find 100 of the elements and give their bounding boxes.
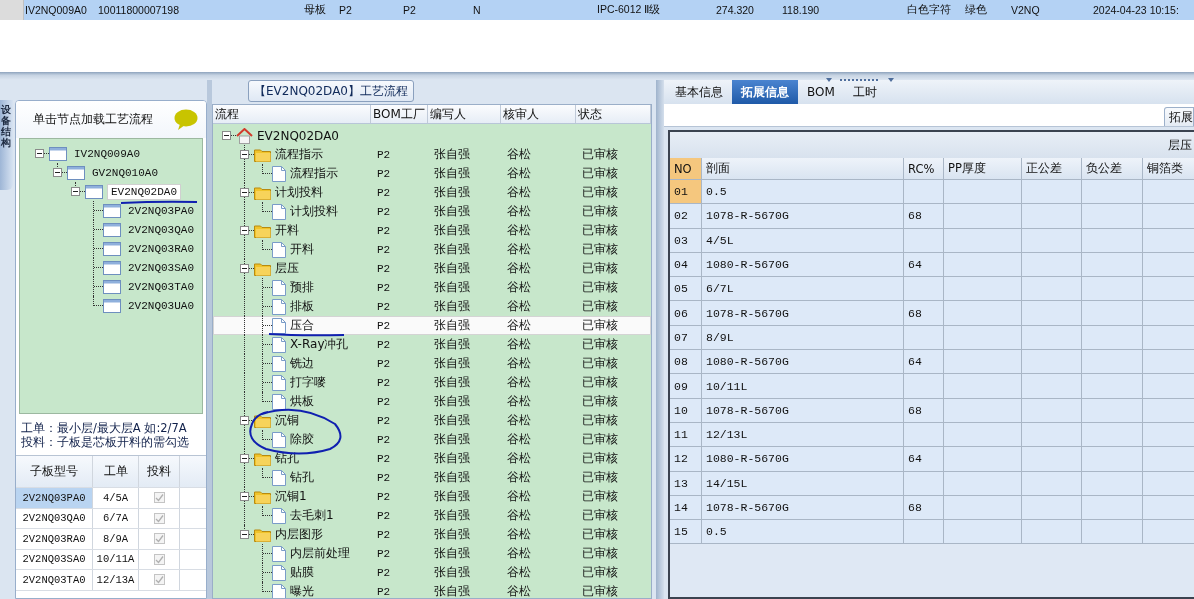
- tab[interactable]: 工时: [843, 80, 886, 104]
- tree-item[interactable]: EV2NQ02DA0: [107, 183, 181, 200]
- column-header[interactable]: 投料: [139, 456, 180, 487]
- row-number[interactable]: 13: [670, 471, 702, 495]
- tree-item[interactable]: 内层前处理: [290, 545, 350, 562]
- column-header[interactable]: 正公差: [1022, 158, 1082, 179]
- collapse-icon[interactable]: [53, 168, 62, 177]
- grip-icon[interactable]: [826, 78, 894, 84]
- tree-item[interactable]: 打字嘜: [290, 374, 326, 391]
- collapse-icon[interactable]: [240, 226, 249, 235]
- tree-item[interactable]: 曝光: [290, 583, 314, 598]
- table-row[interactable]: 开料 P2 张自强 谷松 已审核: [213, 240, 651, 259]
- tree-item[interactable]: 开料: [290, 241, 314, 258]
- column-header[interactable]: 子板型号: [16, 456, 93, 487]
- collapse-icon[interactable]: [240, 150, 249, 159]
- row-number[interactable]: 12: [670, 447, 702, 471]
- tree-item[interactable]: 计划投料: [275, 184, 323, 201]
- column-header[interactable]: 流程: [213, 105, 371, 123]
- tree-item[interactable]: 贴膜: [290, 564, 314, 581]
- table-row[interactable]: 压合 P2 张自强 谷松 已审核: [213, 316, 651, 335]
- row-number[interactable]: 15: [670, 520, 702, 544]
- tree-item[interactable]: 2V2NQ03QA0: [125, 222, 197, 237]
- table-row[interactable]: 烘板 P2 张自强 谷松 已审核: [213, 392, 651, 411]
- table-row[interactable]: 曝光 P2 张自强 谷松 已审核: [213, 582, 651, 598]
- column-header[interactable]: 铜箔类: [1143, 158, 1194, 179]
- tree-item[interactable]: 2V2NQ03UA0: [125, 298, 197, 313]
- table-row[interactable]: EV2NQ02DA0: [213, 126, 651, 145]
- column-header[interactable]: 剖面: [702, 158, 904, 179]
- table-row[interactable]: 沉铜 P2 张自强 谷松 已审核: [213, 411, 651, 430]
- tab[interactable]: 基本信息: [666, 80, 732, 104]
- tree-item[interactable]: 沉铜1: [275, 488, 307, 505]
- row-number[interactable]: 02: [670, 204, 702, 228]
- column-header[interactable]: BOM工厂: [371, 105, 428, 123]
- table-row[interactable]: 打字嘜 P2 张自强 谷松 已审核: [213, 373, 651, 392]
- table-row[interactable]: 钻孔 P2 张自强 谷松 已审核: [213, 468, 651, 487]
- side-tab[interactable]: 设备结构: [0, 100, 13, 190]
- table-row[interactable]: IV2NQ009A0 10011800007198 母板 P2 P2 N IPC-6012 Ⅱ级 274.320 118.190 白色字符 绿色 V2NQ 2024-04-23 10:15:: [0, 0, 1194, 20]
- tree-item[interactable]: 2V2NQ03TA0: [125, 279, 197, 294]
- column-header[interactable]: 负公差: [1082, 158, 1143, 179]
- column-header[interactable]: RC%: [904, 158, 944, 179]
- table-row[interactable]: 铣边 P2 张自强 谷松 已审核: [213, 354, 651, 373]
- column-header[interactable]: NO: [670, 158, 702, 179]
- row-number[interactable]: 14: [670, 495, 702, 520]
- table-row[interactable]: 除胶 P2 张自强 谷松 已审核: [213, 430, 651, 449]
- collapse-icon[interactable]: [240, 454, 249, 463]
- table-row[interactable]: 沉铜1 P2 张自强 谷松 已审核: [213, 487, 651, 506]
- tree-item[interactable]: IV2NQ009A0: [71, 146, 143, 161]
- tree-item[interactable]: EV2NQ02DA0: [257, 128, 339, 143]
- table-row[interactable]: 开料 P2 张自强 谷松 已审核: [213, 221, 651, 240]
- tree-item[interactable]: 计划投料: [290, 203, 338, 220]
- table-row[interactable]: 层压 P2 张自强 谷松 已审核: [213, 259, 651, 278]
- row-number[interactable]: 10: [670, 398, 702, 422]
- collapse-icon[interactable]: [240, 530, 249, 539]
- table-row[interactable]: 排板 P2 张自强 谷松 已审核: [213, 297, 651, 316]
- tree-item[interactable]: 流程指示: [290, 165, 338, 182]
- table-row[interactable]: 去毛刺1 P2 张自强 谷松 已审核: [213, 506, 651, 525]
- collapse-icon[interactable]: [71, 187, 80, 196]
- table-row[interactable]: X-Ray冲孔 P2 张自强 谷松 已审核: [213, 335, 651, 354]
- row-number[interactable]: 04: [670, 252, 702, 277]
- row-number[interactable]: 01: [670, 180, 702, 204]
- row-number[interactable]: 11: [670, 422, 702, 447]
- tree-item[interactable]: 预排: [290, 279, 314, 296]
- tree-item[interactable]: 压合: [290, 317, 314, 334]
- tree-item[interactable]: 排板: [290, 298, 314, 315]
- row-number[interactable]: 03: [670, 228, 702, 252]
- table-row[interactable]: 流程指示 P2 张自强 谷松 已审核: [213, 164, 651, 183]
- collapse-icon[interactable]: [240, 492, 249, 501]
- tree-item[interactable]: 开料: [275, 222, 299, 239]
- column-header[interactable]: 工单: [93, 456, 139, 487]
- tree-item[interactable]: 钻孔: [290, 469, 314, 486]
- row-number[interactable]: 06: [670, 301, 702, 325]
- row-number[interactable]: 09: [670, 374, 702, 398]
- row-number[interactable]: 05: [670, 277, 702, 301]
- tree-item[interactable]: 2V2NQ03PA0: [125, 203, 197, 218]
- tab[interactable]: 拓展: [1164, 107, 1194, 126]
- tree-item[interactable]: X-Ray冲孔: [290, 336, 349, 353]
- tree-item[interactable]: 2V2NQ03SA0: [125, 260, 197, 275]
- collapse-icon[interactable]: [240, 264, 249, 273]
- table-row[interactable]: 计划投料 P2 张自强 谷松 已审核: [213, 202, 651, 221]
- collapse-icon[interactable]: [222, 131, 231, 140]
- tree-item[interactable]: 层压: [275, 260, 299, 277]
- column-header[interactable]: 编写人: [428, 105, 501, 123]
- table-row[interactable]: 内层前处理 P2 张自强 谷松 已审核: [213, 544, 651, 563]
- collapse-icon[interactable]: [240, 416, 249, 425]
- tab[interactable]: 拓展信息: [732, 80, 798, 104]
- table-row[interactable]: 内层图形 P2 张自强 谷松 已审核: [213, 525, 651, 544]
- tree-item[interactable]: 内层图形: [275, 526, 323, 543]
- table-row[interactable]: 计划投料 P2 张自强 谷松 已审核: [213, 183, 651, 202]
- column-header[interactable]: PP厚度: [944, 158, 1022, 179]
- table-row[interactable]: 流程指示 P2 张自强 谷松 已审核: [213, 145, 651, 164]
- row-number[interactable]: 07: [670, 325, 702, 350]
- tree-item[interactable]: 铣边: [290, 355, 314, 372]
- tree-item[interactable]: 烘板: [290, 393, 314, 410]
- collapse-icon[interactable]: [35, 149, 44, 158]
- tree-item[interactable]: 去毛刺1: [290, 507, 334, 524]
- table-row[interactable]: 预排 P2 张自强 谷松 已审核: [213, 278, 651, 297]
- column-header[interactable]: 状态: [576, 105, 651, 123]
- table-row[interactable]: 贴膜 P2 张自强 谷松 已审核: [213, 563, 651, 582]
- tab[interactable]: BOM: [798, 80, 844, 104]
- tree-item[interactable]: GV2NQ010A0: [89, 165, 161, 180]
